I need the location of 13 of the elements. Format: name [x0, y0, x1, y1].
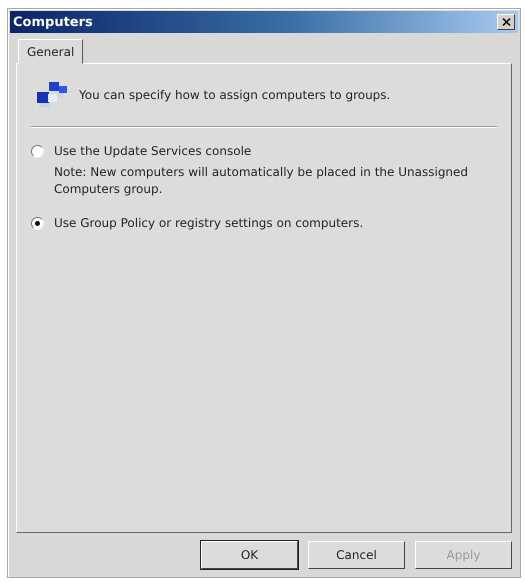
intro-text: You can specify how to assign computers to groups. — [79, 88, 390, 102]
window-title: Computers — [13, 14, 93, 30]
dialog-button[interactable]: OK — [201, 541, 298, 569]
radio-button[interactable] — [31, 216, 44, 230]
option-note: Note: New computers will automatically be placed in the Unassigned Computers group. — [53, 164, 470, 198]
close-button[interactable] — [497, 14, 515, 30]
computers-icon — [35, 80, 69, 110]
close-icon — [502, 18, 510, 26]
option-label[interactable]: Use the Update Services console — [54, 144, 252, 158]
tab[interactable]: General — [18, 39, 84, 64]
option-label[interactable]: Use Group Policy or registry settings on computers. — [54, 216, 364, 230]
radio-button[interactable] — [31, 144, 44, 158]
dialog-button[interactable]: Cancel — [308, 541, 405, 569]
